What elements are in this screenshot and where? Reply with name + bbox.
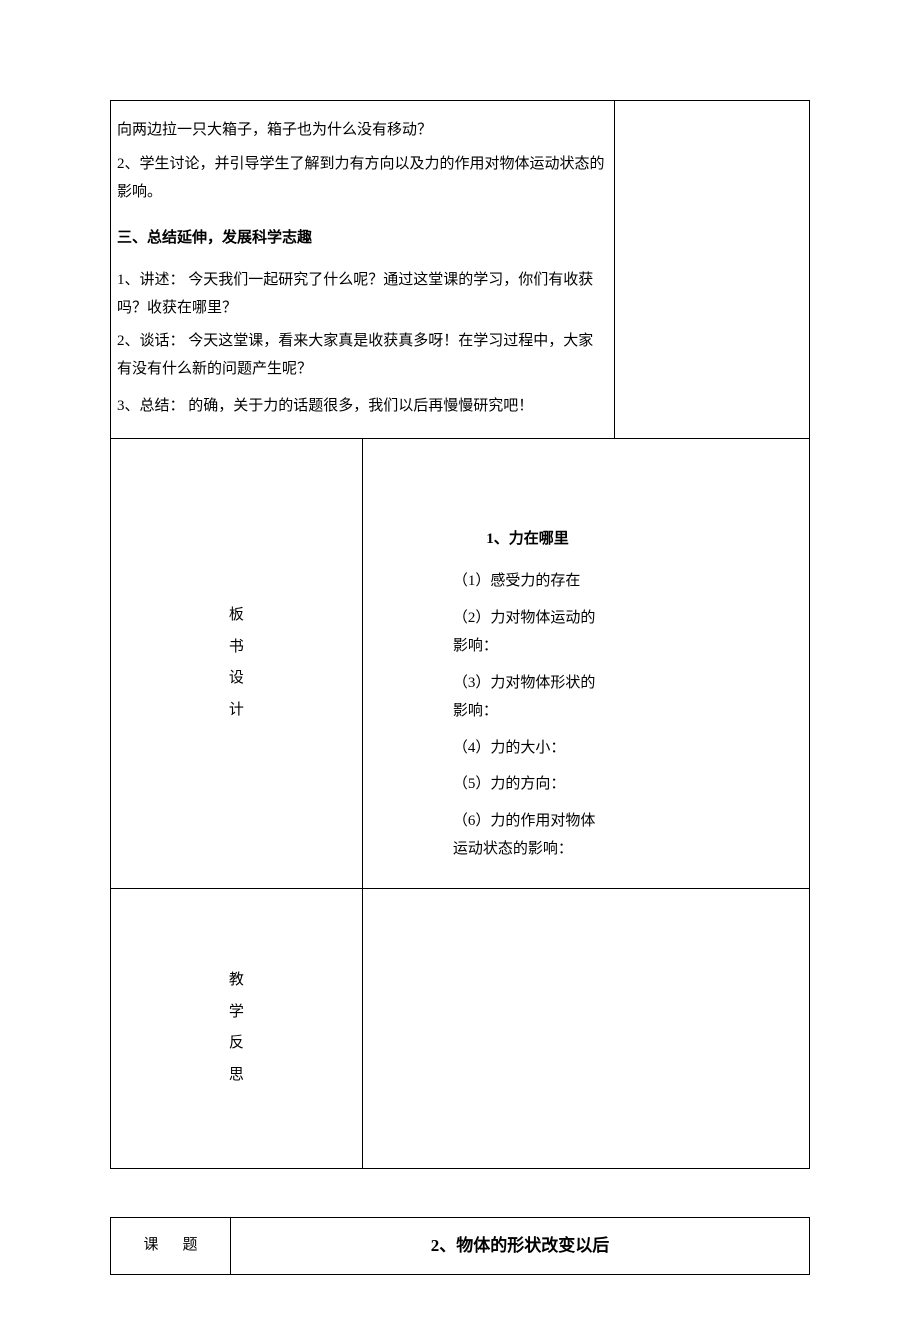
section-heading: 三、总结延伸，发展科学志趣 xyxy=(117,224,608,253)
board-line: （5）力的方向： xyxy=(453,770,602,799)
label-char: 教 xyxy=(111,965,362,997)
label-char: 书 xyxy=(111,632,362,664)
lesson-title-content: 2、物体的形状改变以后 xyxy=(231,1217,810,1274)
label-char: 板 xyxy=(111,600,362,632)
lesson-title-label: 课题 xyxy=(111,1217,231,1274)
main-table: 向两边拉一只大箱子，箱子也为什么没有移动？ 2、学生讨论，并引导学生了解到力有方… xyxy=(110,100,810,1169)
paragraph-text: 1、讲述： 今天我们一起研究了什么呢？通过这堂课的学习，你们有收获吗？收获在哪里… xyxy=(117,267,608,323)
paragraph-text: 2、学生讨论，并引导学生了解到力有方向以及力的作用对物体运动状态的影响。 xyxy=(117,151,608,207)
board-title: 1、力在哪里 xyxy=(453,525,602,554)
teaching-reflection-row: 教 学 反 思 xyxy=(111,888,810,1168)
board-design-content: 1、力在哪里 （1）感受力的存在 （2）力对物体运动的影响： （3）力对物体形状… xyxy=(362,438,614,888)
board-line: （1）感受力的存在 xyxy=(453,567,602,596)
board-design-label: 板 书 设 计 xyxy=(111,438,363,888)
teaching-reflection-content xyxy=(362,888,614,1168)
board-line: （4）力的大小： xyxy=(453,734,602,763)
teaching-reflection-label: 教 学 反 思 xyxy=(111,888,363,1168)
lesson-title-table: 课题 2、物体的形状改变以后 xyxy=(110,1217,810,1275)
board-line: （3）力对物体形状的影响： xyxy=(453,669,602,726)
empty-cell xyxy=(614,888,809,1168)
content-cell: 向两边拉一只大箱子，箱子也为什么没有移动？ 2、学生讨论，并引导学生了解到力有方… xyxy=(111,101,615,439)
label-char: 反 xyxy=(111,1028,362,1060)
lesson-title-row: 课题 2、物体的形状改变以后 xyxy=(111,1217,810,1274)
paragraph-text: 向两边拉一只大箱子，箱子也为什么没有移动？ xyxy=(117,117,608,145)
board-line: （2）力对物体运动的影响： xyxy=(453,604,602,661)
paragraph-text: 3、总结： 的确，关于力的话题很多，我们以后再慢慢研究吧！ xyxy=(117,390,608,424)
empty-cell xyxy=(614,438,809,888)
label-char: 计 xyxy=(111,695,362,727)
paragraph-text: 2、谈话： 今天这堂课，看来大家真是收获真多呀！在学习过程中，大家有没有什么新的… xyxy=(117,328,608,384)
label-char: 设 xyxy=(111,663,362,695)
content-row: 向两边拉一只大箱子，箱子也为什么没有移动？ 2、学生讨论，并引导学生了解到力有方… xyxy=(111,101,810,439)
label-char: 思 xyxy=(111,1060,362,1092)
board-design-row: 板 书 设 计 1、力在哪里 （1）感受力的存在 （2）力对物体运动的影响： （… xyxy=(111,438,810,888)
label-char: 学 xyxy=(111,997,362,1029)
board-line: （6）力的作用对物体运动状态的影响： xyxy=(453,807,602,864)
empty-cell xyxy=(614,101,809,439)
